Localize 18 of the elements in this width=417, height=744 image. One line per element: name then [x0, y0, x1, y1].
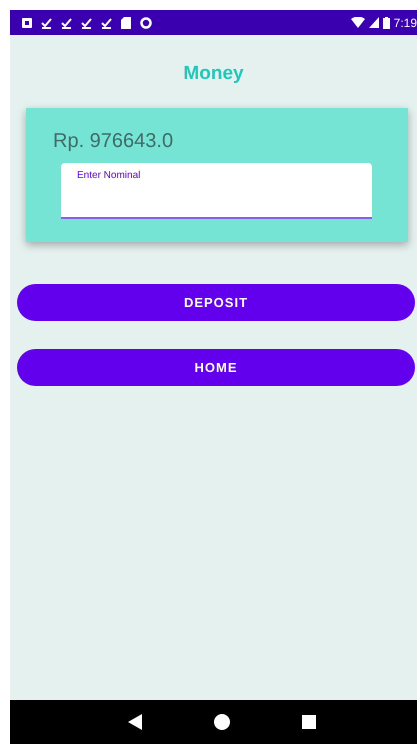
- status-time: 7:19: [394, 16, 417, 30]
- wifi-icon: [350, 17, 365, 28]
- signal-icon: [368, 17, 379, 28]
- download-done-icon: [101, 16, 112, 28]
- circle-icon: [140, 16, 152, 28]
- back-icon[interactable]: [128, 714, 142, 730]
- nominal-field[interactable]: Enter Nominal: [61, 163, 372, 219]
- balance-amount: Rp. 976643.0: [53, 130, 174, 153]
- home-button[interactable]: HOME: [17, 349, 415, 386]
- download-done-icon: [81, 16, 92, 28]
- download-done-icon: [61, 16, 72, 28]
- download-done-icon: [41, 16, 52, 28]
- deposit-button[interactable]: DEPOSIT: [17, 284, 415, 321]
- home-icon[interactable]: [214, 714, 230, 730]
- notification-icon: [22, 18, 32, 28]
- sd-card-icon: [121, 16, 131, 28]
- battery-icon: [382, 16, 390, 28]
- screen-title: Money: [183, 63, 244, 85]
